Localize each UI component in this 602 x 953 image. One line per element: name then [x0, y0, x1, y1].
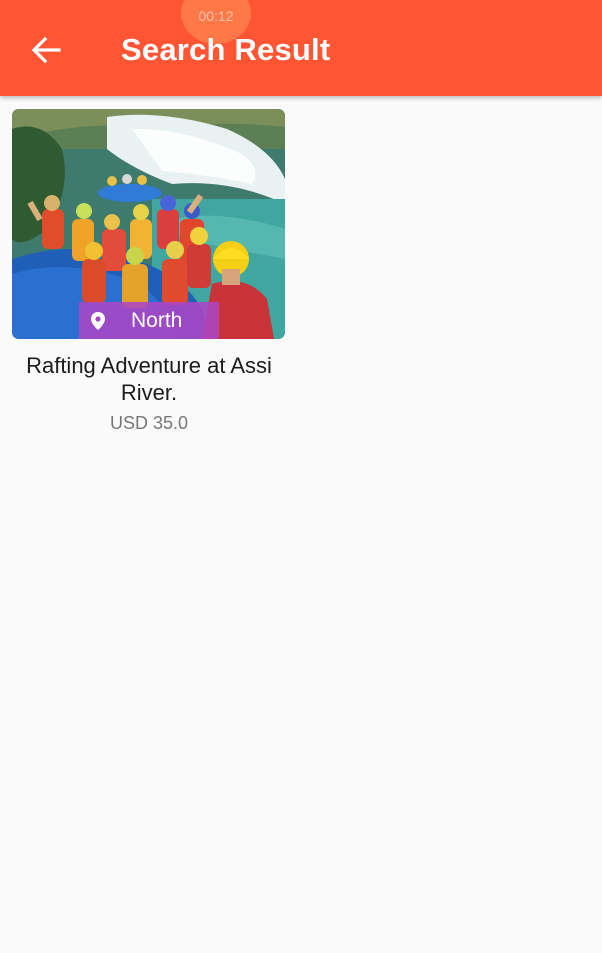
map-pin-icon	[91, 311, 105, 330]
arrow-left-icon	[31, 36, 61, 64]
location-badge: North	[79, 302, 219, 339]
back-button[interactable]	[22, 28, 70, 72]
page-title: Search Result	[121, 32, 331, 67]
app-bar: 00:12 Search Result	[0, 0, 602, 96]
result-image: North	[12, 109, 285, 339]
location-label: North	[131, 308, 183, 332]
result-price: USD 35.0	[109, 413, 189, 433]
status-time: 00:12	[198, 8, 234, 24]
result-card[interactable]: North Rafting Adventure at Assi River. U…	[12, 109, 286, 434]
result-title: Rafting Adventure at Assi River.	[26, 353, 272, 405]
